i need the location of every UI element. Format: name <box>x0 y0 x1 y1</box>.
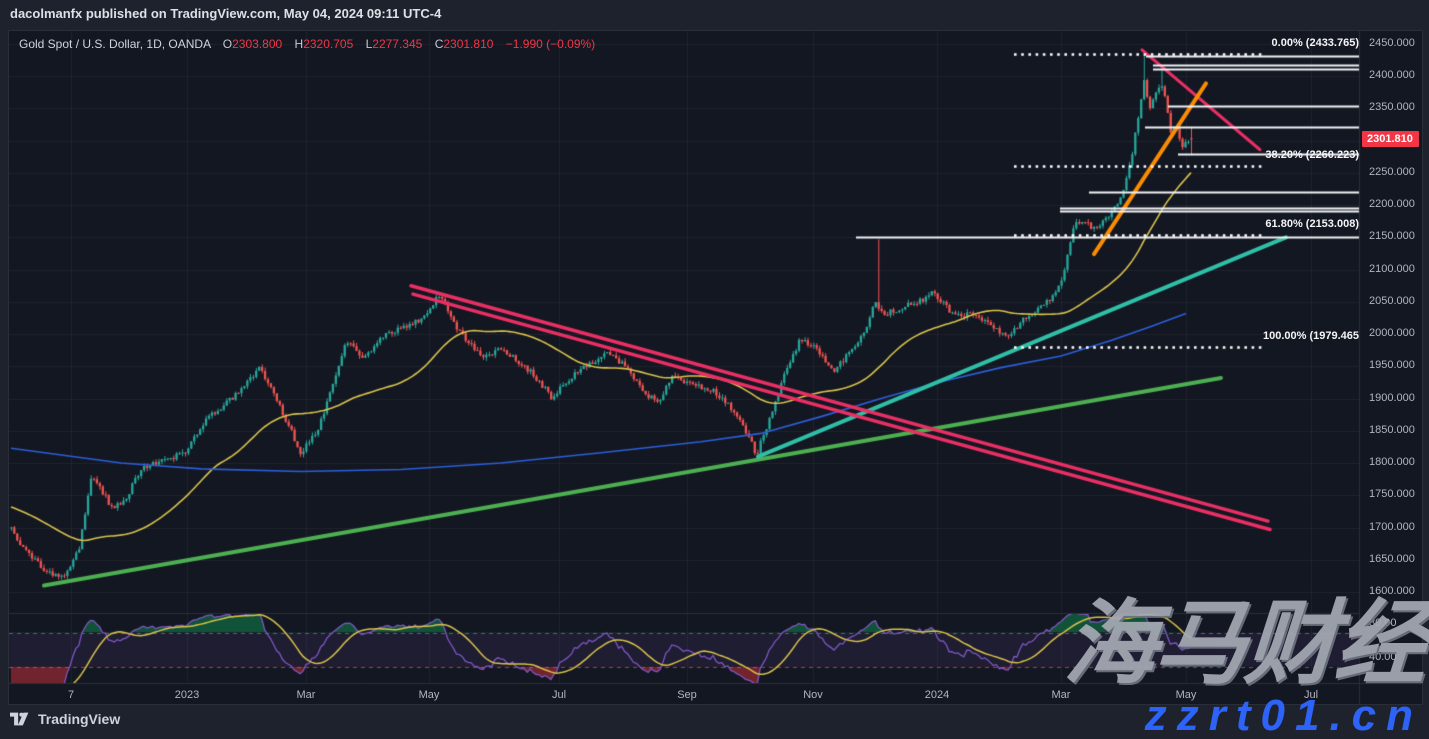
time-tick-label: 7 <box>68 689 74 701</box>
price-tick-label: 2450.000 <box>1369 37 1415 49</box>
time-tick-label: Sep <box>677 689 697 701</box>
fib-level-label: 100.00% (1979.465 <box>1263 330 1359 342</box>
price-tick-label: 1650.000 <box>1369 553 1415 565</box>
time-tick-label: 2024 <box>925 689 949 701</box>
time-tick-label: Jul <box>552 689 566 701</box>
price-tick-label: 2350.000 <box>1369 101 1415 113</box>
price-tick-label: 2250.000 <box>1369 166 1415 178</box>
change-value: −1.990 (−0.09%) <box>506 37 595 51</box>
low-value: 2277.345 <box>372 37 422 51</box>
time-tick-label: May <box>419 689 440 701</box>
time-tick-label: 2023 <box>175 689 199 701</box>
price-tick-label: 1750.000 <box>1369 488 1415 500</box>
high-value: 2320.705 <box>303 37 353 51</box>
price-tick-label: 1900.000 <box>1369 392 1415 404</box>
open-value: 2303.800 <box>232 37 282 51</box>
price-tick-label: 2200.000 <box>1369 198 1415 210</box>
time-tick-label: Mar <box>297 689 316 701</box>
price-tick-label: 1950.000 <box>1369 359 1415 371</box>
price-tick-label: 2400.000 <box>1369 69 1415 81</box>
tradingview-brand-text[interactable]: TradingView <box>38 711 120 727</box>
watermark-chinese: 海马财经 <box>1062 598 1428 690</box>
time-tick-label: Nov <box>803 689 823 701</box>
attribution-text: dacolmanfx published on TradingView.com,… <box>10 6 441 21</box>
last-price-tag: 2301.810 <box>1362 131 1419 147</box>
fib-level-label: 0.00% (2433.765) <box>1272 37 1359 49</box>
price-tick-label: 1700.000 <box>1369 521 1415 533</box>
high-label: H <box>295 37 304 51</box>
price-tick-label: 2150.000 <box>1369 230 1415 242</box>
price-tick-label: 2000.000 <box>1369 327 1415 339</box>
symbol-title[interactable]: Gold Spot / U.S. Dollar, 1D, OANDA <box>19 37 210 51</box>
fib-level-label: 38.20% (2260.223) <box>1265 149 1359 161</box>
close-value: 2301.810 <box>443 37 493 51</box>
tradingview-logo-icon[interactable] <box>10 712 31 726</box>
fib-level-label: 61.80% (2153.008) <box>1265 218 1359 230</box>
price-tick-label: 2100.000 <box>1369 263 1415 275</box>
chart-legend: Gold Spot / U.S. Dollar, 1D, OANDA O2303… <box>19 37 595 51</box>
price-tick-label: 1850.000 <box>1369 424 1415 436</box>
price-tick-label: 1800.000 <box>1369 456 1415 468</box>
price-tick-label: 2050.000 <box>1369 295 1415 307</box>
footer: TradingView <box>10 711 120 727</box>
watermark-url: zzrt01.cn <box>1145 694 1423 738</box>
open-label: O <box>223 37 232 51</box>
tradingview-screenshot: dacolmanfx published on TradingView.com,… <box>0 0 1429 739</box>
